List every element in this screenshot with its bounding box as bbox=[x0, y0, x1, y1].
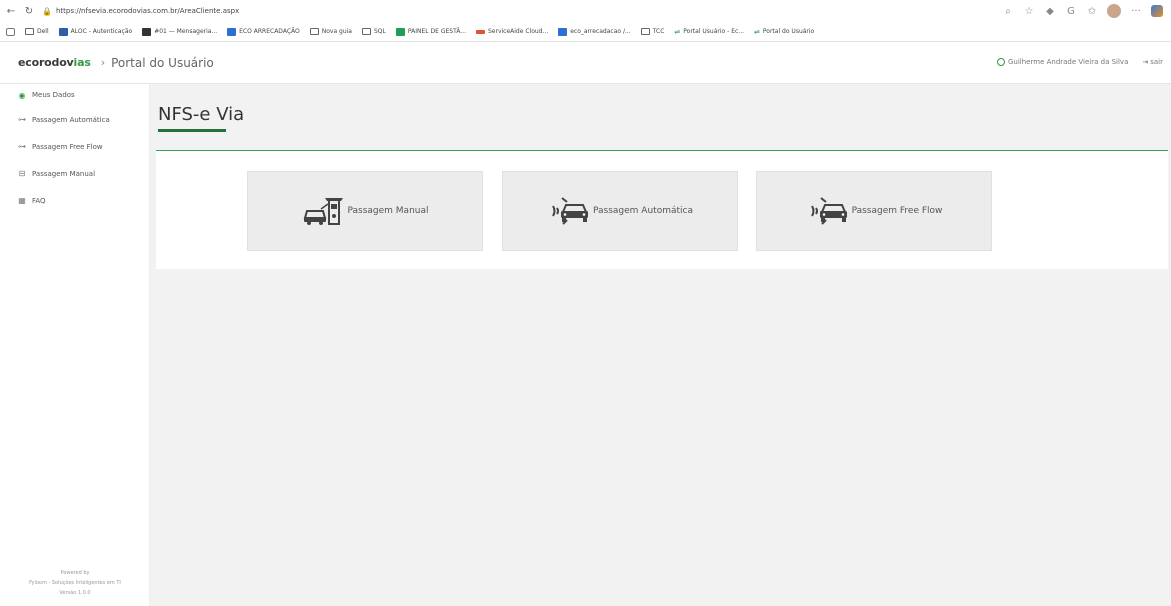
sidebar-item-passagem-free-flow[interactable]: ⊶ Passagem Free Flow bbox=[0, 133, 149, 160]
tab-icon bbox=[309, 28, 319, 35]
tile-label: Passagem Free Flow bbox=[851, 206, 943, 216]
refresh-icon[interactable]: G bbox=[1065, 6, 1077, 17]
car-signal-icon bbox=[810, 197, 847, 225]
favorites-icon[interactable]: ✩ bbox=[1086, 6, 1098, 17]
browser-extension-icon[interactable] bbox=[1151, 5, 1163, 17]
lock-icon: 🔒 bbox=[42, 6, 52, 16]
bookmark-item[interactable]: ⇌ Portal Usuário - Ec... bbox=[674, 28, 744, 36]
portal-icon: ⇌ bbox=[674, 27, 681, 36]
bookmark-item[interactable]: ALOC - Autenticação bbox=[58, 27, 132, 36]
portal-title: › Portal do Usuário bbox=[100, 55, 214, 70]
toll-tag-icon: ⊶ bbox=[18, 115, 26, 124]
page-title: NFS-e Via bbox=[158, 104, 245, 125]
bookmark-item[interactable]: TCC bbox=[640, 28, 664, 35]
bookmark-icon bbox=[142, 27, 152, 36]
tile-passagem-free-flow[interactable]: Passagem Free Flow bbox=[756, 171, 992, 251]
toll-booth-icon: ⊟ bbox=[18, 169, 26, 178]
browser-address-bar: ← ↻ 🔒 https://nfsevia.ecorodovias.com.br… bbox=[0, 0, 1171, 22]
bookmark-item[interactable]: PAINEL DE GESTÃ... bbox=[395, 27, 466, 36]
faq-icon: ▦ bbox=[18, 196, 26, 205]
bookmark-item[interactable]: Nova guia bbox=[309, 28, 352, 35]
bookmark-item[interactable]: ECO ARRECADAÇÃO bbox=[227, 27, 300, 36]
sidebar: ◉ Meus Dados ⊶ Passagem Automática ⊶ Pas… bbox=[0, 84, 150, 606]
bookmark-item[interactable]: ServiceAide Cloud... bbox=[475, 28, 548, 35]
powered-by: Powered by Fyloom - Soluções Inteligente… bbox=[29, 570, 121, 596]
title-underline bbox=[158, 129, 226, 132]
bookmark-icon bbox=[558, 27, 568, 36]
ecorodovias-logo[interactable]: ecorodovias bbox=[18, 56, 91, 69]
toll-booth-car-icon bbox=[304, 198, 344, 225]
more-icon[interactable]: ··· bbox=[1130, 6, 1142, 17]
back-icon[interactable]: ← bbox=[4, 6, 18, 17]
folder-icon bbox=[361, 28, 371, 35]
user-icon bbox=[997, 58, 1005, 66]
user-icon: ◉ bbox=[18, 90, 26, 100]
logout-icon: ⇥ bbox=[1142, 58, 1149, 66]
bookmarks-bar: Dell ALOC - Autenticação #01 — Mensageri… bbox=[0, 22, 1171, 42]
tiles-panel: Passagem Manual Passagem Automática Pass… bbox=[156, 151, 1168, 269]
toll-tag-icon: ⊶ bbox=[18, 142, 26, 151]
folder-icon bbox=[25, 28, 34, 35]
bookmark-item[interactable]: ⇌ Portal do Usuário bbox=[754, 28, 814, 36]
sidebar-toggle-icon[interactable] bbox=[6, 27, 15, 36]
bookmark-item[interactable]: #01 — Mensageria... bbox=[142, 27, 217, 36]
bookmark-icon bbox=[475, 29, 485, 34]
bookmark-icon bbox=[227, 27, 237, 36]
bookmark-item[interactable]: eco_arrecadacao /... bbox=[558, 27, 631, 36]
sidebar-item-passagem-automatica[interactable]: ⊶ Passagem Automática bbox=[0, 106, 149, 133]
star-icon[interactable]: ☆ bbox=[1023, 6, 1035, 17]
car-signal-icon bbox=[552, 197, 588, 225]
user-area: Guilherme Andrade Vieira da Silva ⇥ sair bbox=[997, 58, 1163, 66]
search-icon[interactable]: ⌕ bbox=[1002, 6, 1014, 17]
portal-header: ecorodovias › Portal do Usuário Guilherm… bbox=[0, 42, 1171, 84]
user-name[interactable]: Guilherme Andrade Vieira da Silva bbox=[997, 58, 1128, 66]
reload-icon[interactable]: ↻ bbox=[22, 6, 36, 17]
sidebar-item-meus-dados[interactable]: ◉ Meus Dados bbox=[0, 84, 149, 106]
profile-avatar[interactable] bbox=[1107, 4, 1121, 18]
portal-icon: ⇌ bbox=[754, 27, 760, 36]
tile-label: Passagem Manual bbox=[347, 206, 429, 216]
chevron-right-icon: › bbox=[100, 56, 106, 69]
bookmark-icon bbox=[58, 27, 68, 36]
folder-icon bbox=[640, 28, 650, 35]
extension-icon[interactable]: ◆ bbox=[1044, 6, 1056, 17]
tile-passagem-automatica[interactable]: Passagem Automática bbox=[502, 171, 738, 251]
bookmark-item[interactable]: SQL bbox=[361, 28, 386, 35]
sidebar-item-faq[interactable]: ▦ FAQ bbox=[0, 187, 149, 214]
browser-toolbar-right: ⌕ ☆ ◆ G ✩ ··· bbox=[1002, 4, 1163, 18]
bookmark-icon bbox=[395, 27, 405, 36]
main-content: NFS-e Via Passagem Manual Passagem Autom… bbox=[150, 84, 1171, 606]
tile-label: Passagem Automática bbox=[593, 206, 693, 216]
bookmark-item[interactable]: Dell bbox=[25, 28, 49, 35]
url-field[interactable]: 🔒 https://nfsevia.ecorodovias.com.br/Are… bbox=[42, 7, 239, 16]
tile-passagem-manual[interactable]: Passagem Manual bbox=[247, 171, 483, 251]
logout-button[interactable]: ⇥ sair bbox=[1142, 58, 1163, 66]
url-text[interactable]: https://nfsevia.ecorodovias.com.br/AreaC… bbox=[56, 7, 239, 15]
sidebar-item-passagem-manual[interactable]: ⊟ Passagem Manual bbox=[0, 160, 149, 187]
